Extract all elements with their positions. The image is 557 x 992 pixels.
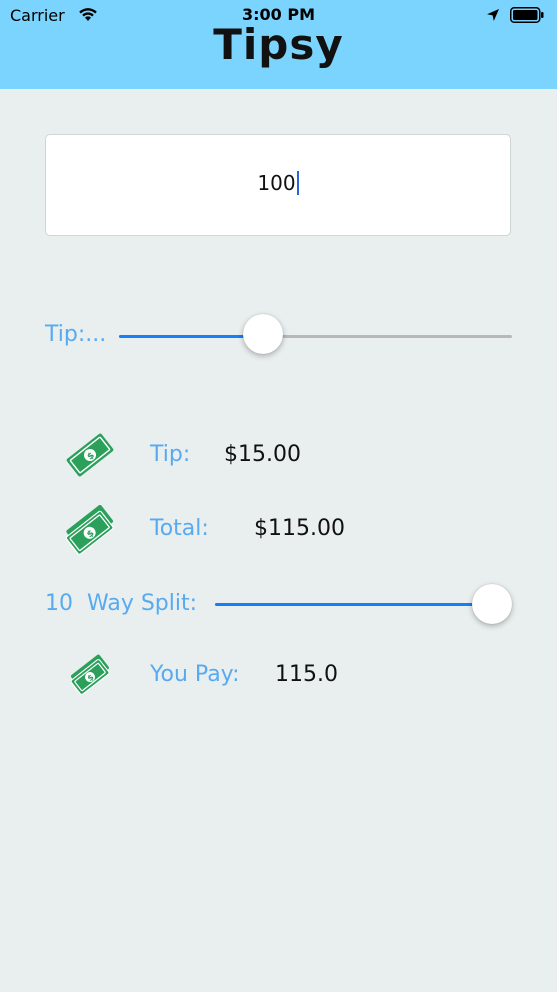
tip-amount-value: $15.00 [224,442,301,467]
bill-amount-field[interactable]: 100 [45,134,511,236]
money-bill-icon: $ [66,433,114,477]
navigation-header: Carrier 3:00 PM Tipsy [0,0,557,89]
app-title: Tipsy [213,20,344,69]
total-amount-label: Total: [150,516,209,541]
tip-slider-label: Tip:... [45,322,107,347]
split-slider-fill [215,603,492,606]
tip-slider-fill [119,335,263,338]
tip-slider-thumb[interactable] [242,314,283,354]
money-stack-icon: $ [65,505,114,555]
split-slider-thumb[interactable] [472,584,512,624]
bill-amount-value: 100 [257,171,296,195]
money-stack-small-icon: $ [70,654,110,695]
split-label: Way Split: [87,591,198,616]
you-pay-value: 115.0 [275,662,338,687]
total-amount-value: $115.00 [254,516,345,541]
you-pay-label: You Pay: [150,662,240,687]
text-caret [296,171,299,195]
split-count: 10 [45,591,73,616]
tip-amount-label: Tip: [150,442,191,467]
